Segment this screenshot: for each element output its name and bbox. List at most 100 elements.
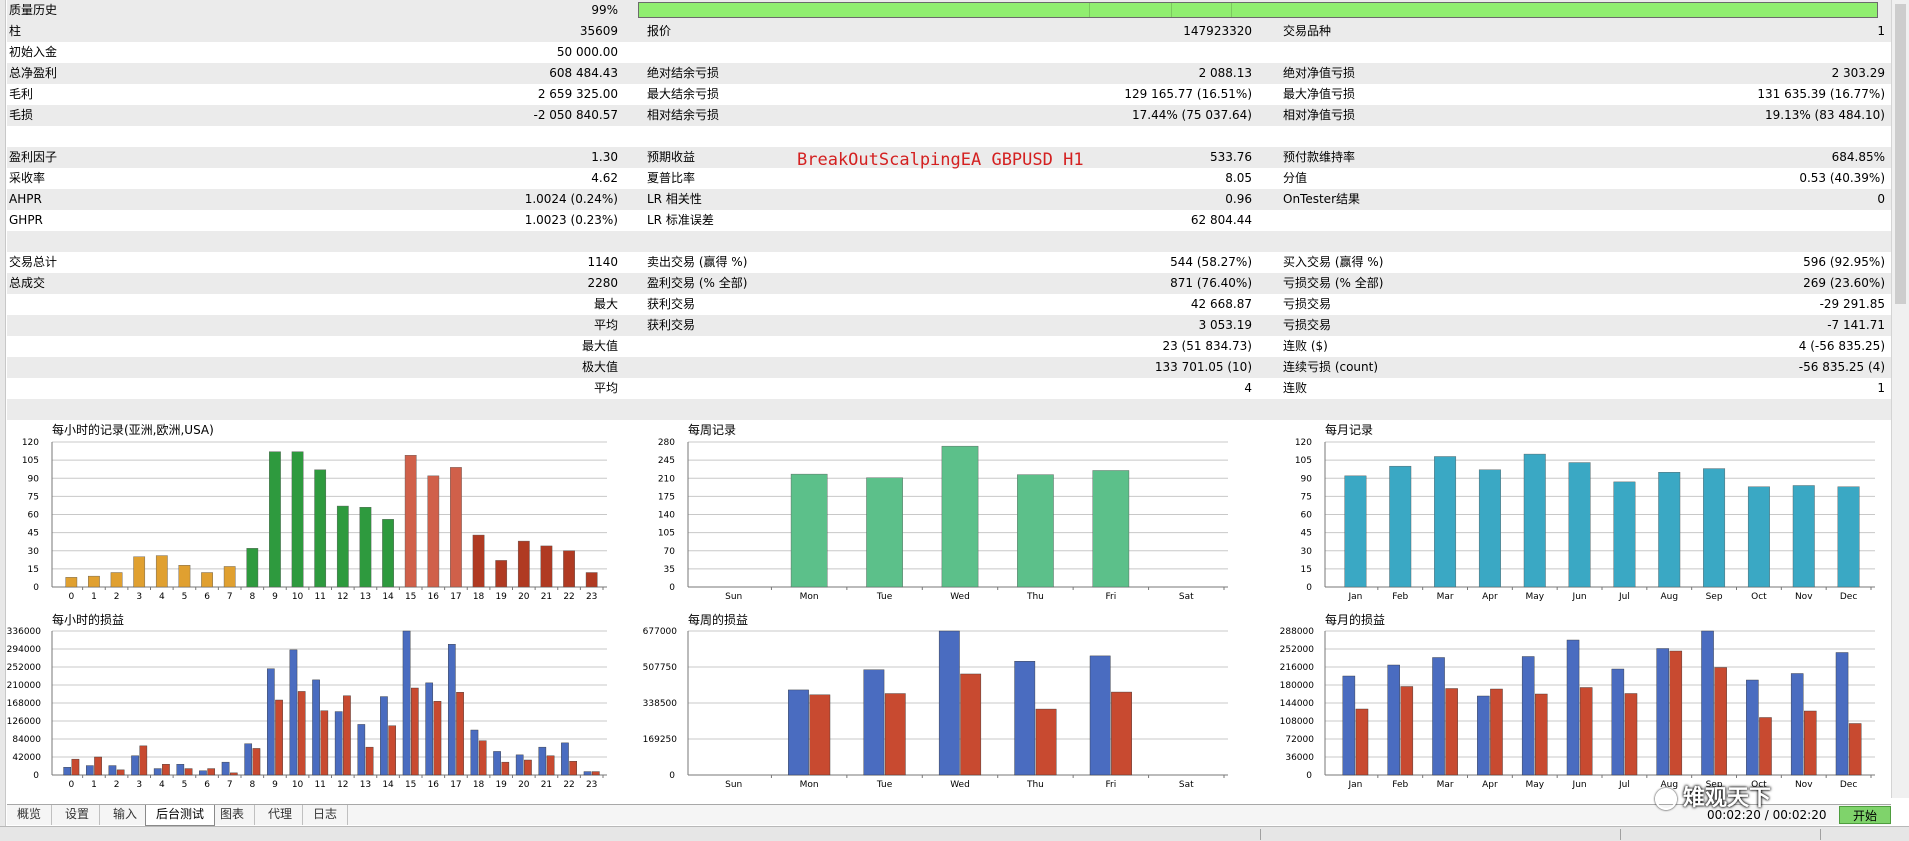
x-tick-label: 12 <box>337 780 348 790</box>
x-tick-label: Jun <box>1572 592 1587 602</box>
y-tick-label: 216000 <box>1280 663 1315 673</box>
stat-label: 毛损 <box>9 108 34 122</box>
bar-loss <box>478 740 487 776</box>
scrollbar-thumb[interactable] <box>1895 4 1906 304</box>
stats-row: 总净盈利 608 484.43 绝对结余亏损 2 088.13 绝对净值亏损 2 303.… <box>7 63 1891 84</box>
tab-0[interactable]: 概览 <box>7 805 53 825</box>
x-tick-label: 20 <box>518 592 530 602</box>
quality-bar-tick <box>1089 3 1090 17</box>
bar <box>359 507 372 588</box>
y-tick-label: 15 <box>1301 565 1312 575</box>
bar-profit <box>1701 630 1714 776</box>
bar <box>472 534 485 588</box>
bar-loss <box>365 746 374 776</box>
x-tick-label: 15 <box>405 592 416 602</box>
x-tick-label: 1 <box>91 592 97 602</box>
x-tick-label: 3 <box>136 592 142 602</box>
tab-5[interactable]: 代理 <box>258 805 304 825</box>
x-tick-label: 2 <box>114 780 120 790</box>
x-tick-label: Tue <box>876 592 893 602</box>
stats-table: 质量历史 99% 柱 35609 报价 147923320 交易品种 1 初始入金 50 000.… <box>7 0 1891 420</box>
y-tick-label: 105 <box>1295 456 1312 466</box>
bar-loss <box>1400 686 1414 776</box>
tab-2[interactable]: 输入 <box>103 805 149 825</box>
chart-svg: 每小时的损益3360002940002520002100001680001260… <box>7 612 607 790</box>
stat-value: 129 165.77 (16.51%) <box>1124 87 1252 101</box>
stats-row: 交易总计 1140 卖出交易 (赢得 %) 544 (58.27%) 买入交易 (赢得 … <box>7 252 1891 273</box>
bar <box>1434 456 1457 588</box>
x-tick-label: 16 <box>428 780 440 790</box>
bar-loss <box>1355 708 1369 776</box>
stat-value: 596 (92.95%) <box>1803 255 1885 269</box>
y-tick-label: 45 <box>1301 529 1312 539</box>
stat-value: 平均 <box>593 318 618 332</box>
bar <box>1344 475 1367 588</box>
stat-value: 8.05 <box>1225 171 1252 185</box>
bar-profit <box>402 630 411 776</box>
tab-3[interactable]: 后台测试 <box>145 805 216 826</box>
bar-profit <box>1014 661 1036 776</box>
stat-value: 99% <box>591 3 618 17</box>
y-tick-label: 90 <box>1301 474 1313 484</box>
y-tick-label: 336000 <box>7 627 42 637</box>
y-tick-label: 0 <box>33 771 39 781</box>
chart-svg: 每月的损益 288000 252000 216000 180000 144000 10800… <box>1280 612 1875 790</box>
watermark: 雉观天下 <box>1655 780 1771 812</box>
start-button[interactable]: 开始 <box>1839 806 1891 824</box>
stat-label: AHPR <box>9 192 42 206</box>
bar-loss <box>1624 693 1638 776</box>
chart-title: 每月记录 <box>1325 422 1373 437</box>
bar <box>269 451 281 588</box>
stats-row: GHPR 1.0023 (0.23%) LR 标准误差 62 804.44 <box>7 210 1891 231</box>
stat-value: 23 (51 834.73) <box>1162 339 1252 353</box>
y-tick-label: 126000 <box>7 717 42 727</box>
bar-loss <box>1714 667 1727 776</box>
stat-value: 0 <box>1877 192 1885 206</box>
tab-6[interactable]: 日志 <box>303 805 349 825</box>
bar-loss <box>501 761 510 776</box>
x-tick-label: 13 <box>360 780 371 790</box>
chart-title: 每小时的记录(亚洲,欧洲,USA) <box>52 422 214 437</box>
x-tick-label: 7 <box>227 780 233 790</box>
vertical-scrollbar[interactable] <box>1891 0 1909 798</box>
bar-profit <box>289 649 298 776</box>
stats-row: 平均 获利交易 3 053.19 亏损交易 -7 141.71 <box>7 315 1891 336</box>
bar-profit <box>447 644 456 776</box>
bar-profit <box>1387 664 1400 776</box>
chart-title: 每月的损益 <box>1325 612 1385 627</box>
tab-4[interactable]: 图表 <box>210 805 256 825</box>
x-tick-label: Mar <box>1437 592 1454 602</box>
stat-value: 269 (23.60%) <box>1803 276 1885 290</box>
x-tick-label: 23 <box>586 592 597 602</box>
bar <box>1658 472 1681 588</box>
chart-svg: 每周的损益 677000 507750 338500 169250 0 Sun Mon Tue W… <box>643 612 1228 790</box>
bar-loss <box>591 771 600 776</box>
stat-value: 2 659 325.00 <box>537 87 618 101</box>
x-tick-label: 3 <box>136 780 142 790</box>
x-tick-label: 9 <box>272 592 278 602</box>
stat-value: 平均 <box>593 381 618 395</box>
bar-loss <box>524 759 532 776</box>
status-separator <box>1260 829 1261 840</box>
x-tick-label: 8 <box>249 592 255 602</box>
stats-row: 平均 4 连败 1 <box>7 378 1891 399</box>
bar-loss <box>1579 687 1593 776</box>
x-tick-label: Feb <box>1392 592 1408 602</box>
x-tick-label: Dec <box>1840 592 1857 602</box>
x-tick-label: 20 <box>518 780 530 790</box>
bar <box>1568 462 1591 588</box>
bar-loss <box>1759 717 1772 776</box>
bar-profit <box>425 682 434 776</box>
bar-profit <box>380 696 388 776</box>
bar <box>336 505 349 588</box>
tab-1[interactable]: 设置 <box>55 805 101 825</box>
stat-value: 147923320 <box>1183 24 1252 38</box>
bar-profit <box>1790 673 1804 776</box>
bar <box>1523 453 1546 588</box>
bar <box>1837 486 1860 588</box>
x-tick-label: 22 <box>563 780 574 790</box>
stat-value: 4 <box>1244 381 1252 395</box>
stat-value: 3 053.19 <box>1198 318 1252 332</box>
stat-value: 1 <box>1877 381 1885 395</box>
stat-label: 盈利交易 (% 全部) <box>647 276 748 290</box>
